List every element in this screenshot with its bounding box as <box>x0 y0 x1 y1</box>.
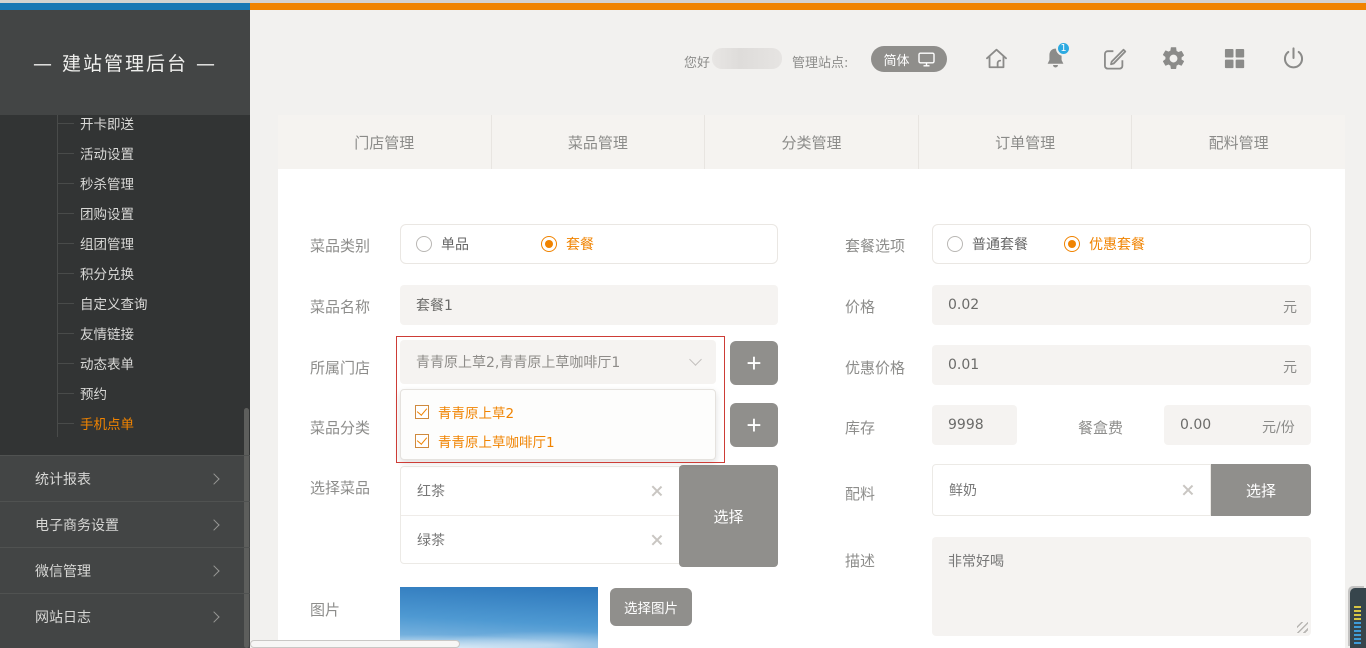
select-dishes-label: 选择菜品 <box>310 477 370 498</box>
chevron-right-icon <box>208 565 219 576</box>
tab-store-management[interactable]: 门店管理 <box>278 115 491 169</box>
clear-ingredient-icon[interactable] <box>1181 484 1194 497</box>
sidebar-item-mobile-ordering[interactable]: 手机点单 <box>0 408 250 438</box>
overlay-blue-dashes <box>1354 622 1361 645</box>
sidebar: — 建站管理后台 — 开卡即送 活动设置 秒杀管理 团购设置 组团管理 积分兑换… <box>0 10 250 648</box>
module-tabbar: 门店管理 菜品管理 分类管理 订单管理 配料管理 <box>278 115 1345 169</box>
sidebar-item-flash-sale[interactable]: 秒杀管理 <box>0 168 250 198</box>
dish-row-black-tea: 红茶 <box>401 467 679 515</box>
description-label: 描述 <box>845 550 875 571</box>
greeting-text: 您好 <box>684 52 710 71</box>
meal-option-radio-group: 普通套餐 优惠套餐 <box>932 224 1311 264</box>
price-unit: 元 <box>1283 297 1297 317</box>
dish-name-input[interactable] <box>400 285 778 325</box>
language-button[interactable]: 简体 <box>871 46 947 72</box>
chevron-right-icon <box>208 611 219 622</box>
dish-photo-thumbnail[interactable] <box>400 587 598 648</box>
tab-ingredient-management[interactable]: 配料管理 <box>1131 115 1345 169</box>
settings-gear-icon[interactable] <box>1160 45 1187 72</box>
ingredient-label: 配料 <box>845 483 875 504</box>
horizontal-scrollbar-thumb[interactable] <box>250 640 460 648</box>
sidebar-item-group-buy[interactable]: 团购设置 <box>0 198 250 228</box>
home-icon[interactable] <box>983 45 1010 72</box>
box-fee-label: 餐盒费 <box>1078 417 1123 438</box>
checkbox-checked-icon <box>415 405 429 419</box>
sidebar-item-activity-settings[interactable]: 活动设置 <box>0 138 250 168</box>
sidebar-item-friend-links[interactable]: 友情链接 <box>0 318 250 348</box>
choose-image-button[interactable]: 选择图片 <box>610 588 692 626</box>
sidebar-item-card-gift[interactable]: 开卡即送 <box>0 115 250 138</box>
ingredient-field <box>932 464 1211 516</box>
radio-single-item[interactable]: 单品 <box>416 234 469 254</box>
username-redacted <box>712 48 782 69</box>
admin-backend-page: — 建站管理后台 — 开卡即送 活动设置 秒杀管理 团购设置 组团管理 积分兑换… <box>0 0 1366 648</box>
remove-dish-icon[interactable] <box>650 485 663 498</box>
meal-option-label: 套餐选项 <box>845 235 905 256</box>
image-label: 图片 <box>310 599 340 620</box>
sidebar-item-reservation[interactable]: 预约 <box>0 378 250 408</box>
notification-badge: 1 <box>1056 41 1071 56</box>
price-label: 价格 <box>845 296 875 317</box>
sidebar-item-points-exchange[interactable]: 积分兑换 <box>0 258 250 288</box>
chevron-right-icon <box>208 519 219 530</box>
sidebar-submenu: 开卡即送 活动设置 秒杀管理 团购设置 组团管理 积分兑换 自定义查询 友情链接… <box>0 115 250 455</box>
tab-dish-management[interactable]: 菜品管理 <box>491 115 705 169</box>
chevron-right-icon <box>208 473 219 484</box>
monitor-icon <box>918 52 935 67</box>
chevron-down-icon <box>689 353 702 366</box>
choose-dishes-button[interactable]: 选择 <box>679 465 778 567</box>
discount-price-label: 优惠价格 <box>845 357 905 378</box>
stock-label: 库存 <box>845 417 875 438</box>
tab-category-management[interactable]: 分类管理 <box>704 115 918 169</box>
choose-ingredient-button[interactable]: 选择 <box>1211 464 1311 516</box>
sidebar-item-group-manage[interactable]: 组团管理 <box>0 228 250 258</box>
radio-unselected-icon <box>416 236 432 252</box>
sidebar-item-dynamic-form[interactable]: 动态表单 <box>0 348 250 378</box>
category-label: 菜品分类 <box>310 417 370 438</box>
sidebar-section-statistics[interactable]: 统计报表 <box>0 455 250 501</box>
sidebar-title: — 建站管理后台 — <box>0 10 250 115</box>
overlay-yellow-dashes <box>1354 606 1361 621</box>
discount-price-input[interactable] <box>932 345 1311 385</box>
remove-dish-icon[interactable] <box>650 533 663 546</box>
edit-compose-icon[interactable] <box>1101 45 1128 72</box>
discount-price-unit: 元 <box>1283 357 1297 377</box>
radio-selected-icon <box>1064 236 1080 252</box>
selected-dishes-list: 红茶 绿茶 <box>400 466 680 564</box>
ingredient-input[interactable] <box>933 465 1210 515</box>
store-select[interactable]: 青青原上草2,青青原上草咖啡厅1 <box>400 340 716 384</box>
price-input[interactable] <box>932 285 1311 325</box>
stock-input[interactable] <box>932 405 1017 445</box>
store-label: 所属门店 <box>310 357 370 378</box>
box-fee-unit: 元/份 <box>1262 417 1295 437</box>
radio-selected-icon <box>541 236 557 252</box>
radio-normal-meal[interactable]: 普通套餐 <box>947 234 1028 254</box>
dish-type-radio-group: 单品 套餐 <box>400 224 778 264</box>
radio-discount-meal[interactable]: 优惠套餐 <box>1064 234 1145 254</box>
description-textarea[interactable]: 非常好喝 <box>932 537 1311 636</box>
overlay-handle-widget[interactable] <box>1350 588 1366 648</box>
brand-blue-bar <box>0 3 250 10</box>
dish-type-label: 菜品类别 <box>310 235 370 256</box>
checkbox-checked-icon <box>415 434 429 448</box>
site-label: 管理站点: <box>792 52 848 71</box>
sidebar-section-ecommerce[interactable]: 电子商务设置 <box>0 501 250 547</box>
dish-row-green-tea: 绿茶 <box>401 515 679 563</box>
radio-set-meal[interactable]: 套餐 <box>541 234 594 254</box>
add-category-button[interactable]: + <box>730 403 778 447</box>
radio-unselected-icon <box>947 236 963 252</box>
store-option-2[interactable]: 青青原上草咖啡厅1 <box>401 426 715 455</box>
sidebar-item-custom-query[interactable]: 自定义查询 <box>0 288 250 318</box>
sidebar-section-wechat[interactable]: 微信管理 <box>0 547 250 593</box>
dish-name-label: 菜品名称 <box>310 296 370 317</box>
brand-orange-bar <box>250 3 1366 10</box>
power-logout-icon[interactable] <box>1280 45 1307 72</box>
sidebar-section-site-log[interactable]: 网站日志 <box>0 593 250 639</box>
add-store-button[interactable]: + <box>730 341 778 385</box>
store-option-1[interactable]: 青青原上草2 <box>401 397 715 426</box>
tab-order-management[interactable]: 订单管理 <box>918 115 1132 169</box>
apps-grid-icon[interactable] <box>1221 45 1248 72</box>
store-dropdown: 青青原上草2 青青原上草咖啡厅1 <box>400 389 716 460</box>
